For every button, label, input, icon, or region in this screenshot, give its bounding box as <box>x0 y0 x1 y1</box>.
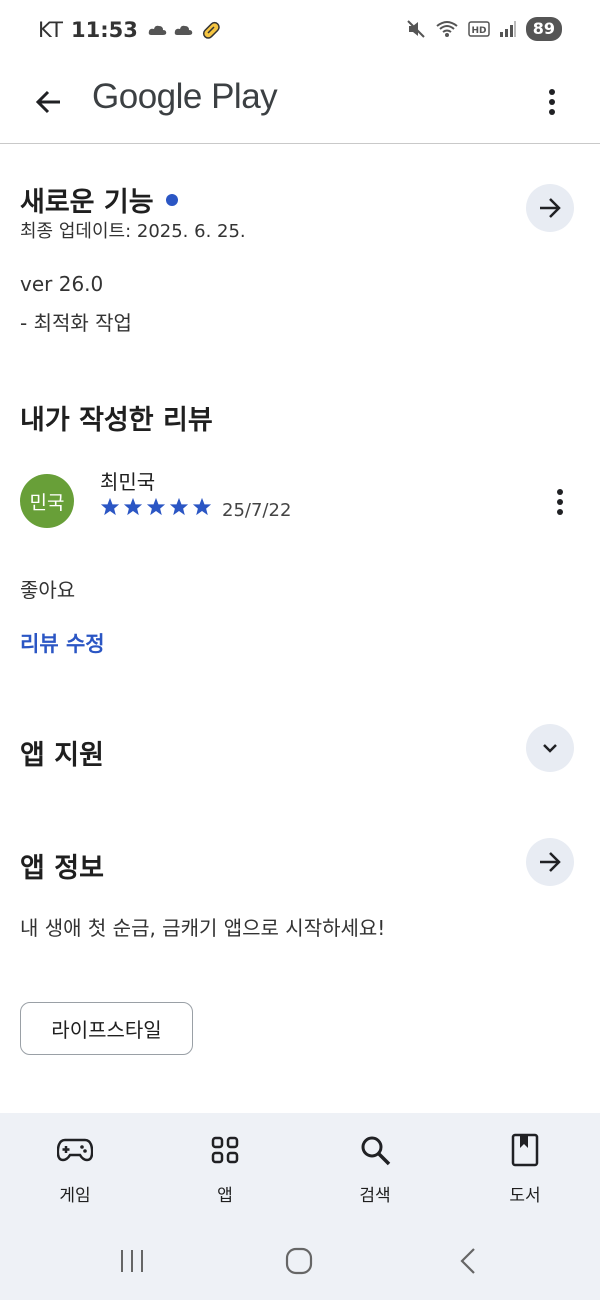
version-text: ver 26.0 <box>20 272 104 296</box>
star-rating <box>100 497 212 516</box>
review-body: 좋아요 <box>20 578 76 602</box>
system-navigation-bar <box>0 1223 600 1300</box>
star-icon <box>169 497 189 516</box>
apps-grid-icon <box>211 1136 239 1164</box>
app-description: 내 생애 첫 순금, 금캐기 앱으로 시작하세요! <box>20 916 386 940</box>
page-title: Google Play <box>92 77 278 116</box>
nav-search-label: 검색 <box>359 1186 391 1206</box>
star-icon <box>192 497 212 516</box>
whats-new-heading: 새로운 기능 <box>20 180 178 219</box>
cloud-icon <box>148 25 167 35</box>
hd-voice-icon: HD <box>467 21 490 37</box>
back-button[interactable] <box>26 80 70 124</box>
category-chip[interactable]: 라이프스타일 <box>20 1002 193 1055</box>
recents-icon <box>121 1250 143 1272</box>
nav-books[interactable]: 도서 <box>450 1113 600 1223</box>
app-bar: Google Play <box>0 60 600 144</box>
nav-books-label: 도서 <box>509 1186 541 1206</box>
more-options-button[interactable] <box>532 80 572 124</box>
battery-indicator: 89 <box>525 17 562 41</box>
review-more-button[interactable] <box>545 486 575 518</box>
star-icon <box>123 497 143 516</box>
pill-icon <box>202 21 220 39</box>
arrow-left-icon <box>35 90 60 114</box>
nav-apps-label: 앱 <box>217 1186 233 1206</box>
my-review-heading: 내가 작성한 리뷰 <box>20 405 213 436</box>
app-info-heading: 앱 정보 <box>20 853 104 884</box>
more-vert-icon <box>557 489 563 515</box>
chevron-left-icon <box>460 1248 475 1274</box>
wifi-icon <box>436 21 458 37</box>
book-icon <box>511 1133 539 1167</box>
avatar: 민국 <box>20 474 74 528</box>
review-date: 25/7/22 <box>222 500 292 521</box>
chevron-down-icon <box>543 744 557 753</box>
whats-new-title: 새로운 기능 <box>20 187 154 218</box>
signal-icon <box>499 21 516 37</box>
reviewer-name: 최민국 <box>100 470 156 494</box>
nav-games-label: 게임 <box>59 1186 91 1206</box>
svg-text:HD: HD <box>471 26 486 36</box>
app-support-expand-button[interactable] <box>526 724 574 772</box>
release-note: - 최적화 작업 <box>20 311 132 335</box>
whats-new-open-button[interactable] <box>526 184 574 232</box>
app-info-open-button[interactable] <box>526 838 574 886</box>
system-icons: HD 89 <box>406 17 562 41</box>
mute-icon <box>407 20 425 38</box>
edit-review-link[interactable]: 리뷰 수정 <box>20 628 105 658</box>
home-icon <box>285 1247 313 1275</box>
status-bar: KT 11:53 HD 89 <box>0 0 600 60</box>
back-nav-button[interactable] <box>452 1245 484 1277</box>
last-updated: 최종 업데이트: 2025. 6. 25. <box>20 221 246 242</box>
clock: 11:53 <box>70 18 138 42</box>
gamepad-icon <box>57 1138 93 1162</box>
nav-search[interactable]: 검색 <box>300 1113 450 1223</box>
arrow-right-icon <box>540 852 561 872</box>
new-indicator-dot <box>165 193 178 206</box>
arrow-right-icon <box>540 198 561 218</box>
search-icon <box>361 1136 391 1166</box>
home-button[interactable] <box>283 1245 315 1277</box>
cloud-icon <box>174 25 193 35</box>
carrier-label: KT <box>38 18 63 42</box>
star-icon <box>100 497 120 516</box>
notification-icons <box>148 19 222 41</box>
app-support-heading: 앱 지원 <box>20 740 104 771</box>
nav-apps[interactable]: 앱 <box>150 1113 300 1223</box>
star-icon <box>146 497 166 516</box>
recent-apps-button[interactable] <box>116 1245 148 1277</box>
bottom-navigation: 게임 앱 검색 도서 <box>0 1113 600 1223</box>
nav-games[interactable]: 게임 <box>0 1113 150 1223</box>
more-vert-icon <box>549 89 555 115</box>
